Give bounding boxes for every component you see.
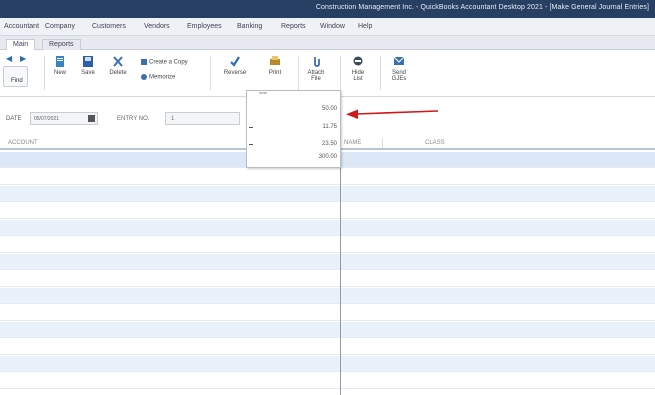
toolbar-divider: [210, 56, 211, 90]
table-row[interactable]: [0, 203, 655, 219]
send-icon: [394, 56, 404, 65]
date-value: 05/07/2021: [34, 116, 60, 122]
menu-employees[interactable]: Employees: [187, 23, 222, 30]
ribbon-tabs: Main Reports: [0, 36, 655, 51]
print-label: Print: [268, 70, 282, 76]
print-button[interactable]: Print: [264, 56, 286, 76]
table-row[interactable]: [0, 186, 655, 202]
menu-banking[interactable]: Banking: [237, 23, 262, 30]
memorize-label: Memorize: [149, 74, 176, 81]
entry-number-value: 1: [171, 116, 175, 122]
menu-accountant[interactable]: Accountant: [4, 23, 39, 30]
menu-window[interactable]: Window: [320, 23, 345, 30]
menu-help[interactable]: Help: [358, 23, 372, 30]
column-header-name[interactable]: NAME: [344, 140, 361, 146]
table-row[interactable]: [0, 237, 655, 253]
paperclip-icon: [314, 57, 320, 67]
reverse-label: Reverse: [223, 70, 247, 76]
send-label: Send GJEs: [391, 70, 407, 82]
table-row[interactable]: [0, 220, 655, 236]
popup-scroll-indicator: ᵛᵛᵛᵛᵛ: [259, 91, 268, 97]
back-arrow-icon[interactable]: ◀: [6, 54, 12, 63]
find-label: Find: [11, 78, 23, 84]
toolbar-divider: [380, 56, 381, 90]
column-header-class[interactable]: CLASS: [425, 140, 445, 146]
toolbar-divider: [340, 56, 341, 90]
table-row[interactable]: [0, 339, 655, 355]
menu-company[interactable]: Company: [45, 23, 75, 30]
dash-marker: [249, 127, 253, 128]
table-row[interactable]: [0, 356, 655, 372]
copy-icon: [141, 59, 147, 65]
forward-arrow-icon[interactable]: ▶: [20, 54, 26, 63]
delete-icon: [113, 56, 123, 67]
amount-dropdown-list: ᵛᵛᵛᵛᵛ 50.00 11.75 23.50 300.00: [246, 90, 341, 168]
calendar-icon[interactable]: [88, 115, 95, 122]
dash-marker: [249, 144, 253, 145]
toolbar-divider: [298, 56, 299, 90]
new-label: New: [53, 70, 66, 76]
save-button[interactable]: Save: [78, 56, 98, 76]
toolbar-divider: [44, 56, 45, 90]
delete-label: Delete: [109, 70, 127, 76]
amount-item[interactable]: 11.75: [322, 124, 337, 130]
hide-list-button[interactable]: Hide List: [347, 56, 369, 82]
new-document-icon: [56, 56, 64, 67]
table-row[interactable]: [0, 322, 655, 338]
menu-bar: Accountant Company Customers Vendors Emp…: [0, 18, 655, 36]
table-row[interactable]: [0, 305, 655, 321]
delete-button[interactable]: Delete: [108, 56, 128, 76]
create-copy-label: Create a Copy: [149, 59, 188, 66]
red-annotation-arrow: [346, 109, 439, 119]
amount-item[interactable]: 23.50: [322, 141, 337, 147]
tab-reports[interactable]: Reports: [42, 39, 81, 50]
find-button[interactable]: Find: [3, 66, 28, 87]
amount-item[interactable]: 300.00: [319, 154, 337, 160]
menu-vendors[interactable]: Vendors: [144, 23, 170, 30]
journal-grid: [0, 152, 655, 395]
entry-number-field[interactable]: 1: [165, 112, 240, 125]
amount-item[interactable]: 50.00: [322, 106, 337, 112]
table-row[interactable]: [0, 254, 655, 270]
reverse-button[interactable]: Reverse: [219, 56, 251, 76]
column-header-account[interactable]: ACCOUNT: [8, 140, 38, 146]
attach-label: Attach File: [307, 70, 325, 82]
send-gjes-button[interactable]: Send GJEs: [387, 56, 411, 82]
date-label: DATE: [6, 116, 22, 122]
create-copy-button[interactable]: Create a Copy: [141, 59, 188, 66]
printer-icon: [270, 56, 280, 65]
memorize-button[interactable]: Memorize: [141, 74, 175, 81]
hide-list-label: Hide List: [351, 70, 365, 82]
hide-list-icon: [353, 56, 363, 66]
table-row[interactable]: [0, 271, 655, 287]
column-divider: [382, 138, 383, 148]
checkmark-icon: [230, 56, 240, 67]
grid-column-divider: [340, 137, 341, 395]
menu-reports[interactable]: Reports: [281, 23, 306, 30]
table-row[interactable]: [0, 288, 655, 304]
title-bar: Construction Management Inc. - QuickBook…: [0, 0, 655, 18]
table-row[interactable]: [0, 373, 655, 389]
attach-file-button[interactable]: Attach File: [302, 56, 330, 82]
menu-customers[interactable]: Customers: [92, 23, 126, 30]
save-icon: [83, 56, 93, 67]
window-title: Construction Management Inc. - QuickBook…: [315, 4, 649, 11]
memorize-icon: [141, 74, 147, 80]
table-row[interactable]: [0, 169, 655, 185]
new-button[interactable]: New: [51, 56, 69, 76]
save-label: Save: [81, 70, 95, 76]
entry-number-label: ENTRY NO.: [117, 116, 150, 122]
